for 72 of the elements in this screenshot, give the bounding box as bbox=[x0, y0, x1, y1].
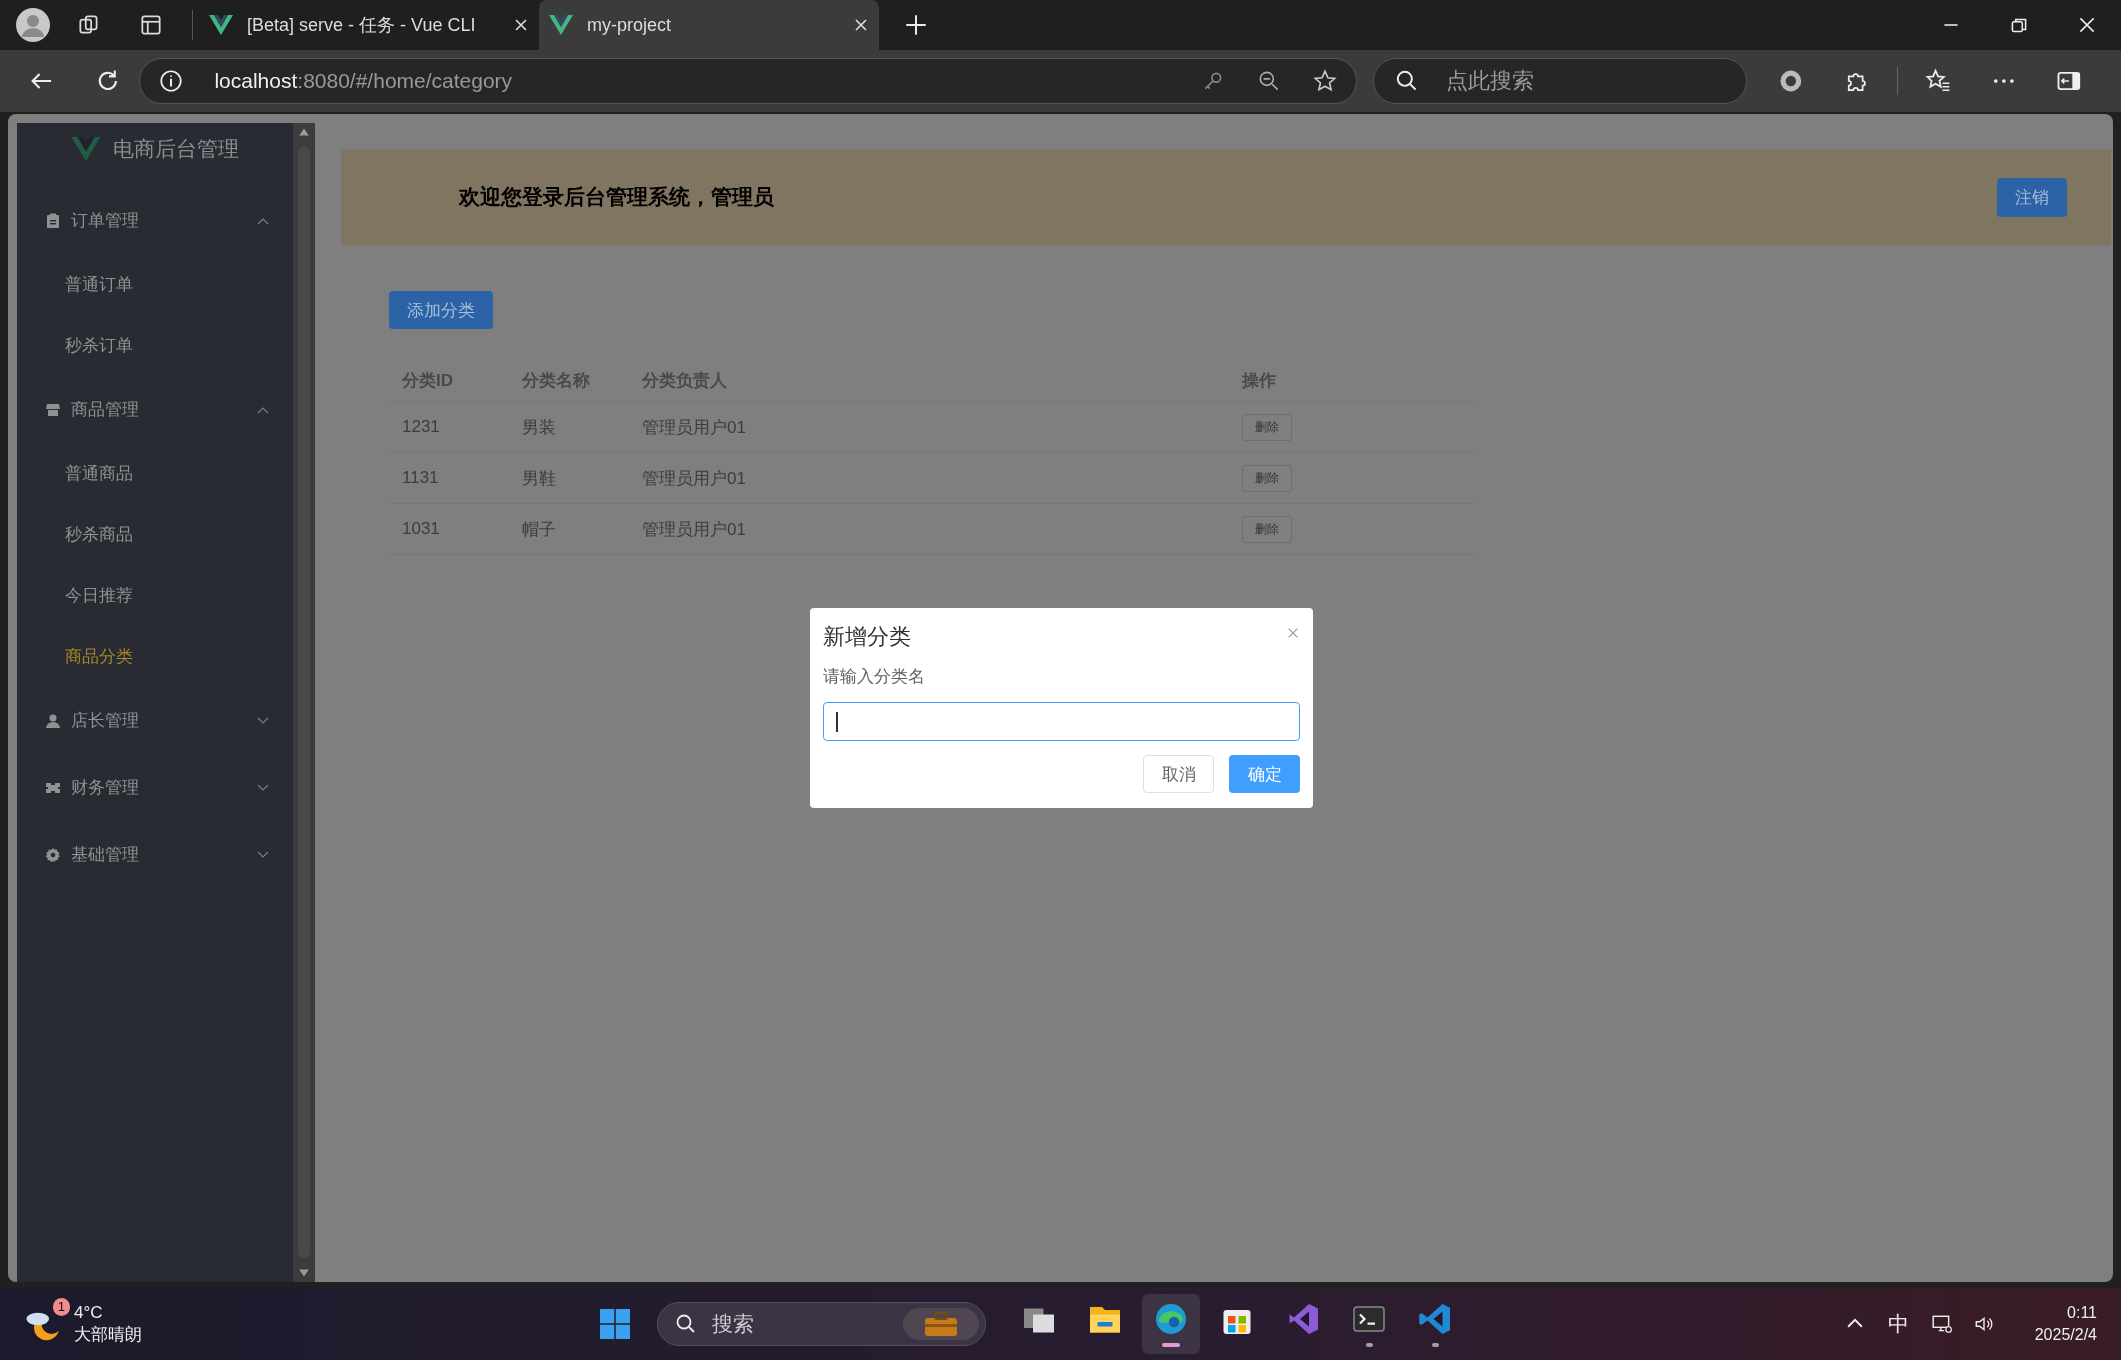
tab-title: my-project bbox=[587, 14, 672, 36]
tab-title: [Beta] serve - 任务 - Vue CLI bbox=[247, 14, 477, 37]
field-label: 请输入分类名 bbox=[823, 666, 926, 688]
chevron-down-icon bbox=[257, 850, 269, 859]
menu-group[interactable]: 订单管理 bbox=[17, 187, 293, 254]
table-cell-text: 1031 bbox=[401, 519, 441, 539]
menu-item[interactable]: 秒杀订单 bbox=[17, 315, 293, 376]
gear-icon bbox=[45, 846, 61, 863]
person-icon bbox=[45, 712, 61, 729]
search-field[interactable]: 点此搜索 bbox=[1372, 58, 1748, 104]
app-title: 电商后台管理 bbox=[113, 136, 239, 162]
table-cell-text: 男鞋 bbox=[522, 467, 557, 490]
v-logo-icon bbox=[549, 15, 573, 35]
info-icon[interactable] bbox=[158, 68, 185, 94]
cancel-button[interactable]: 取消 bbox=[1143, 755, 1214, 793]
delete-button[interactable]: 删除 bbox=[1242, 413, 1292, 441]
avatar-icon[interactable] bbox=[16, 8, 50, 42]
taskbar-app[interactable] bbox=[1142, 1294, 1201, 1354]
logout-button[interactable]: 注销 bbox=[1997, 177, 2067, 217]
chevron-up-icon bbox=[257, 216, 269, 225]
temperature-text: 4°C bbox=[74, 1302, 104, 1324]
network-icon[interactable] bbox=[1930, 1313, 1953, 1335]
welcome-text: 欢迎您登录后台管理系统，管理员 bbox=[459, 184, 774, 210]
delete-button[interactable]: 删除 bbox=[1242, 464, 1292, 492]
weather-condition: 大部晴朗 bbox=[74, 1324, 142, 1346]
taskbar-search-field[interactable]: 搜索 bbox=[657, 1302, 987, 1346]
input-method-indicator[interactable]: 中 bbox=[1887, 1310, 1909, 1338]
menu-group[interactable]: 店长管理 bbox=[17, 687, 293, 754]
menu-group[interactable]: 财务管理 bbox=[17, 754, 293, 821]
confirm-button[interactable]: 确定 bbox=[1229, 755, 1300, 793]
menu-item[interactable]: 普通订单 bbox=[17, 254, 293, 315]
scroll-down-icon[interactable] bbox=[298, 1268, 310, 1278]
table-cell-text: 管理员用户01 bbox=[642, 467, 747, 490]
search-placeholder: 点此搜索 bbox=[1445, 67, 1534, 95]
clipboard-icon bbox=[45, 212, 61, 229]
table-cell-text: 管理员用户01 bbox=[642, 416, 747, 439]
url-text: localhost:8080/#/home/category bbox=[214, 69, 513, 93]
input-field[interactable] bbox=[823, 702, 1300, 741]
table-cell-text: 管理员用户01 bbox=[642, 518, 747, 541]
scroll-up-icon[interactable] bbox=[298, 127, 310, 137]
menu-group[interactable]: 商品管理 bbox=[17, 376, 293, 443]
briefcase-icon bbox=[903, 1308, 980, 1340]
table-cell-text: 1131 bbox=[401, 468, 440, 488]
table-cell-text: 1231 bbox=[401, 417, 441, 437]
menu-item[interactable]: 秒杀商品 bbox=[17, 504, 293, 565]
dialog-title: 新增分类 bbox=[823, 623, 911, 651]
close-icon[interactable] bbox=[513, 17, 529, 33]
close-icon[interactable] bbox=[853, 17, 869, 33]
chevron-down-icon bbox=[257, 783, 269, 792]
browser-tab[interactable]: [Beta] serve - 任务 - Vue CLI bbox=[199, 0, 539, 50]
store-icon bbox=[45, 401, 61, 418]
menu-item[interactable]: 今日推荐 bbox=[17, 565, 293, 626]
address-bar[interactable]: localhost:8080/#/home/category bbox=[139, 58, 1357, 104]
tab-actions-icon[interactable] bbox=[138, 12, 164, 38]
scrollbar[interactable] bbox=[293, 123, 315, 1282]
delete-button[interactable]: 删除 bbox=[1242, 515, 1292, 543]
new-tab-icon[interactable] bbox=[903, 12, 929, 38]
table-cell-text: 帽子 bbox=[522, 518, 557, 541]
chevron-down-icon bbox=[257, 716, 269, 725]
menu-item[interactable]: 普通商品 bbox=[17, 443, 293, 504]
notification-badge: 1 bbox=[52, 1298, 70, 1316]
chevron-up-icon bbox=[257, 405, 269, 414]
clock-time[interactable]: 0:11 bbox=[2067, 1302, 2097, 1324]
browser-tab[interactable]: my-project bbox=[539, 0, 879, 50]
v-logo-icon bbox=[71, 137, 101, 161]
v-logo-icon bbox=[209, 15, 233, 35]
star-icon[interactable] bbox=[1311, 68, 1338, 94]
table-cell-text: 男装 bbox=[522, 416, 557, 439]
menu-item[interactable]: 商品分类 bbox=[17, 626, 293, 687]
add-category-button[interactable]: 添加分类 bbox=[389, 291, 493, 329]
clock-date[interactable]: 2025/2/4 bbox=[2034, 1324, 2097, 1346]
menu-group[interactable]: 基础管理 bbox=[17, 821, 293, 888]
